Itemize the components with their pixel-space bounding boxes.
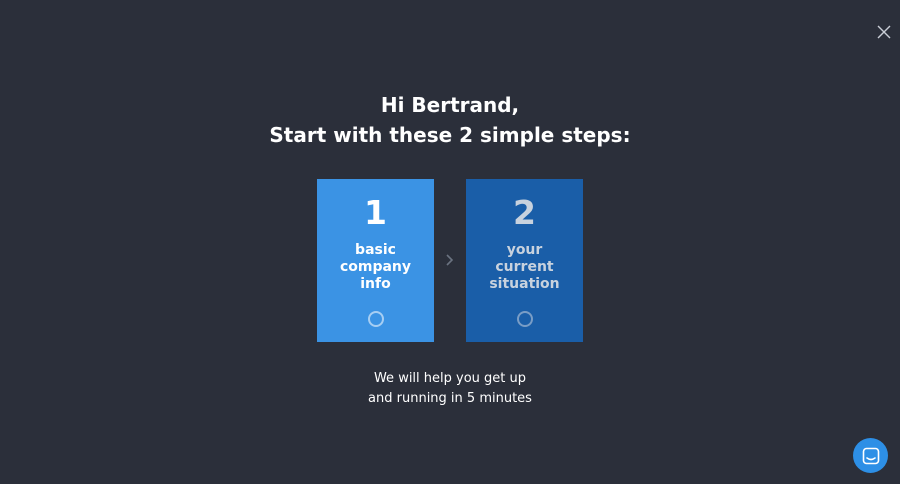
chat-button[interactable] [853, 438, 888, 473]
step-label: basic company info [317, 242, 434, 293]
step-label-line: company [339, 259, 412, 275]
step-status-radio [367, 311, 384, 327]
greeting-text: Hi Bertrand, [380, 93, 520, 117]
chat-icon [862, 447, 879, 464]
subtitle-text: Start with these 2 simple steps: [269, 123, 631, 147]
chevron-right-icon [446, 254, 454, 266]
step-card-2[interactable]: 2 your current situation [466, 179, 583, 342]
step-status-radio [516, 311, 533, 327]
step-label-line: situation [489, 276, 560, 292]
help-text: We will help you get up and running in 5… [0, 369, 900, 409]
step-label-line: current [495, 259, 554, 275]
step-label-line: basic [355, 242, 396, 258]
step-label-line: info [360, 276, 391, 292]
close-button[interactable] [876, 24, 892, 40]
step-number: 1 [364, 193, 387, 232]
step-label: your current situation [466, 242, 583, 293]
step-label-line: your [506, 242, 543, 258]
page-heading: Hi Bertrand, Start with these 2 simple s… [0, 90, 900, 150]
steps-container: 1 basic company info 2 your current situ… [317, 179, 583, 342]
help-text-line: We will help you get up [373, 371, 527, 386]
close-icon [877, 25, 891, 39]
step-number: 2 [513, 193, 536, 232]
step-card-1[interactable]: 1 basic company info [317, 179, 434, 342]
help-text-line: and running in 5 minutes [368, 391, 532, 406]
